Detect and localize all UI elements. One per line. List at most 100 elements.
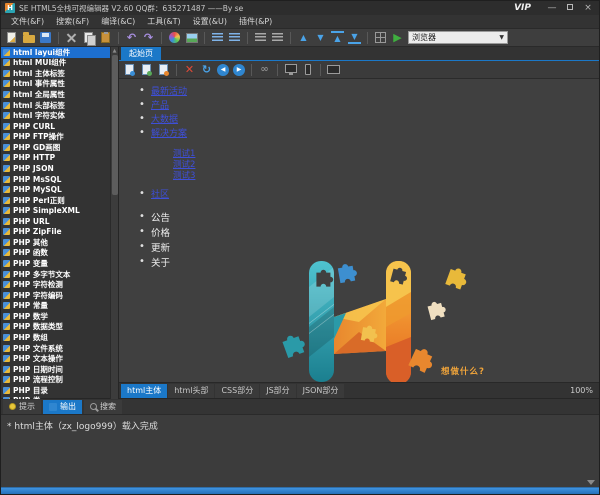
link-icon[interactable]: ∞ — [258, 63, 271, 76]
tree-item[interactable]: PHP 其他 — [1, 237, 110, 248]
nav-link[interactable]: 最新活动 — [151, 84, 187, 97]
close-page-icon[interactable]: ✕ — [183, 63, 196, 76]
insert-image-icon[interactable] — [185, 31, 198, 44]
tree-item[interactable]: PHP 日期时间 — [1, 364, 110, 375]
scrollbar-thumb[interactable] — [112, 55, 118, 195]
redo-icon[interactable]: ↷ — [142, 31, 155, 44]
cut-icon[interactable] — [65, 31, 78, 44]
tab-hints[interactable]: 提示 — [3, 400, 41, 414]
tree-item[interactable]: html MUI组件 — [1, 58, 110, 69]
import-page-icon[interactable] — [140, 63, 153, 76]
menu-item[interactable]: 工具(&T) — [142, 16, 185, 27]
menu-item[interactable]: 设置(&U) — [188, 16, 232, 27]
move-up-icon[interactable]: ▲ — [297, 31, 310, 44]
menu-item[interactable]: 搜索(&F) — [51, 16, 94, 27]
scroll-down-icon[interactable] — [587, 480, 595, 485]
tree-item[interactable]: PHP GD画图 — [1, 142, 110, 153]
tab-output[interactable]: 输出 — [43, 400, 82, 414]
tree-item[interactable]: PHP 多字节文本 — [1, 269, 110, 280]
minimize-button[interactable]: — — [545, 3, 559, 13]
tree-item[interactable]: PHP ZipFile — [1, 227, 110, 238]
tree-item[interactable]: PHP 常量 — [1, 301, 110, 312]
sub-link[interactable]: 测试3 — [173, 169, 195, 181]
tree-item[interactable]: html 全局属性 — [1, 89, 110, 100]
tree-item[interactable]: PHP 文本操作 — [1, 353, 110, 364]
nav-link[interactable]: 产品 — [151, 98, 169, 111]
indent-right-icon[interactable] — [271, 31, 284, 44]
open-file-icon[interactable] — [22, 31, 35, 44]
run-icon[interactable]: ▶ — [391, 31, 404, 44]
tree-item[interactable]: html 头部标签 — [1, 100, 110, 111]
tree-item[interactable]: PHP 字符编码 — [1, 290, 110, 301]
back-icon[interactable]: ◀ — [217, 64, 229, 76]
new-page-icon[interactable] — [123, 63, 136, 76]
close-button[interactable]: × — [581, 3, 595, 13]
tree-item[interactable]: PHP HTTP — [1, 153, 110, 164]
editor-section-tab[interactable]: JSON部分 — [297, 384, 345, 398]
maximize-button[interactable] — [563, 3, 577, 13]
forward-icon[interactable]: ▶ — [233, 64, 245, 76]
paste-icon[interactable] — [99, 31, 112, 44]
editor-area: 起始页 ✕ ↻ ◀ ▶ ∞ — [119, 47, 599, 398]
tree-item[interactable]: PHP 数据类型 — [1, 322, 110, 333]
tree-item[interactable]: PHP 变量 — [1, 258, 110, 269]
save-icon[interactable] — [39, 31, 52, 44]
tab-start-page[interactable]: 起始页 — [121, 47, 161, 60]
community-link[interactable]: 社区 — [151, 187, 169, 200]
tree-item[interactable]: PHP Perl正则 — [1, 195, 110, 206]
nav-link[interactable]: 大数据 — [151, 112, 178, 125]
browser-select[interactable]: 浏览器 ▼ — [408, 31, 508, 44]
plain-item-label: 价格 — [151, 225, 170, 239]
align-left-icon[interactable] — [211, 31, 224, 44]
align-center-icon[interactable] — [228, 31, 241, 44]
tree-item[interactable]: html layui组件 — [1, 47, 110, 58]
move-to-bottom-icon[interactable]: ▼ — [348, 31, 361, 44]
scroll-up-icon[interactable]: ▲ — [113, 47, 117, 55]
tree-item[interactable]: PHP 数学 — [1, 311, 110, 322]
indent-left-icon[interactable] — [254, 31, 267, 44]
tree-item[interactable]: PHP CURL — [1, 121, 110, 132]
tree-item[interactable]: PHP FTP操作 — [1, 132, 110, 143]
tree-item[interactable]: PHP 字符检测 — [1, 279, 110, 290]
tree-item[interactable]: PHP JSON — [1, 163, 110, 174]
move-to-top-icon[interactable]: ▲ — [331, 31, 344, 44]
editor-section-tab[interactable]: CSS部分 — [215, 384, 259, 398]
editor-section-tab[interactable]: JS部分 — [260, 384, 295, 398]
copy-icon[interactable] — [82, 31, 95, 44]
home-link-list: • 最新活动 • 产品 • 大数据 — [139, 83, 195, 269]
pin-icon — [9, 403, 16, 410]
tree-item[interactable]: PHP 数组 — [1, 332, 110, 343]
mobile-preview-icon[interactable] — [301, 63, 314, 76]
tree-item[interactable]: PHP 流程控制 — [1, 374, 110, 385]
editor-section-tab[interactable]: html主体 — [121, 384, 167, 398]
tree-item[interactable]: PHP 目录 — [1, 385, 110, 396]
tree-item[interactable]: html 主体标签 — [1, 68, 110, 79]
color-picker-icon[interactable] — [168, 31, 181, 44]
editor-section-tab[interactable]: html头部 — [168, 384, 214, 398]
vip-badge[interactable]: VIP — [514, 3, 531, 13]
tree-item[interactable]: html 事件属性 — [1, 79, 110, 90]
refresh-icon[interactable]: ↻ — [200, 63, 213, 76]
tree-item[interactable]: PHP MySQL — [1, 184, 110, 195]
menu-item[interactable]: 文件(&F) — [6, 16, 49, 27]
export-page-icon[interactable] — [157, 63, 170, 76]
nav-link[interactable]: 解决方案 — [151, 126, 187, 139]
tree-item[interactable]: PHP MsSQL — [1, 174, 110, 185]
menu-item[interactable]: 插件(&P) — [234, 16, 277, 27]
undo-icon[interactable]: ↶ — [125, 31, 138, 44]
tree-item[interactable]: PHP SimpleXML — [1, 205, 110, 216]
window-title: SE HTML5全栈可视编辑器 V2.60 QQ群：635271487 ——By… — [19, 3, 510, 14]
tree-item[interactable]: PHP URL — [1, 216, 110, 227]
sidebar-scrollbar[interactable]: ▲ ▼ — [110, 47, 118, 438]
grid-icon[interactable] — [374, 31, 387, 44]
menu-item[interactable]: 编译(&C) — [96, 16, 140, 27]
new-file-icon[interactable] — [5, 31, 18, 44]
move-down-icon[interactable]: ▼ — [314, 31, 327, 44]
tree-item[interactable]: html 字符实体 — [1, 110, 110, 121]
status-bar — [1, 488, 599, 495]
tree-item[interactable]: PHP 函数 — [1, 248, 110, 259]
tree-item[interactable]: PHP 文件系统 — [1, 343, 110, 354]
tree-item-label: PHP 目录 — [13, 385, 48, 396]
desktop-preview-icon[interactable] — [284, 63, 297, 76]
widescreen-preview-icon[interactable] — [327, 63, 340, 76]
